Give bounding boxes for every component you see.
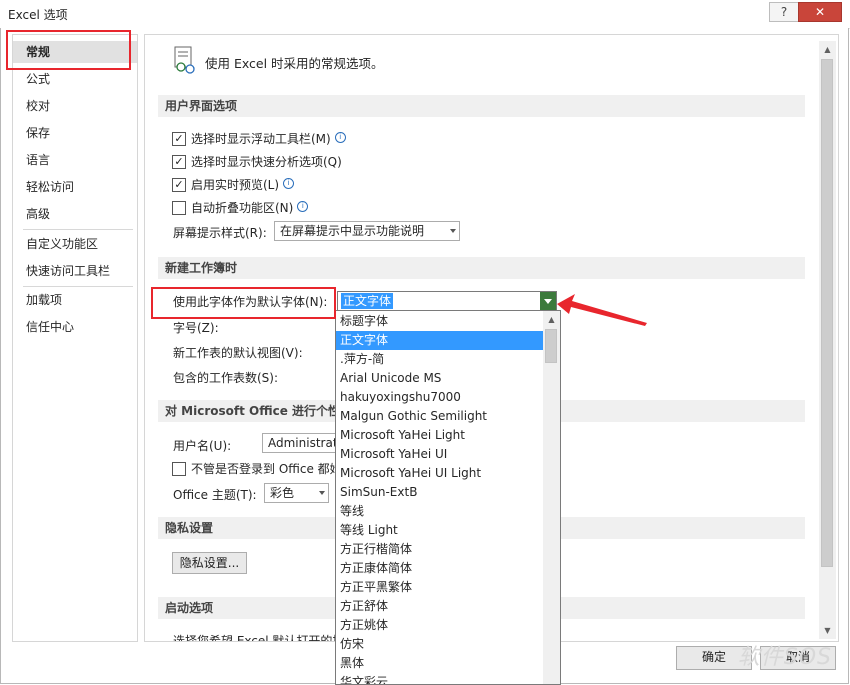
nav-item-advanced[interactable]: 高级 — [13, 203, 137, 225]
sheet-count-label: 包含的工作表数(S): — [173, 371, 279, 385]
info-icon: i — [297, 201, 309, 212]
info-icon: i — [283, 178, 295, 189]
section-header-new-workbook: 新建工作簿时 — [158, 257, 805, 279]
nav-item-save[interactable]: 保存 — [13, 122, 137, 144]
option-quick-analysis[interactable]: ✓ 选择时显示快速分析选项(Q) — [172, 153, 342, 170]
font-list-scrollbar[interactable]: ▲ — [543, 311, 560, 684]
default-font-select[interactable]: 正文字体 — [337, 291, 557, 311]
chevron-down-icon — [450, 229, 456, 233]
font-option[interactable]: Microsoft YaHei Light — [336, 426, 543, 445]
nav-item-customize-ribbon[interactable]: 自定义功能区 — [13, 233, 137, 255]
startup-text: 选择您希望 Excel 默认打开的扩 — [173, 634, 345, 642]
option-mini-toolbar[interactable]: ✓ 选择时显示浮动工具栏(M) i — [172, 130, 346, 147]
nav-item-quick-access-toolbar[interactable]: 快速访问工具栏 — [13, 260, 137, 282]
nav-item-language[interactable]: 语言 — [13, 149, 137, 171]
watermark-logo: 软件SOS — [737, 645, 832, 670]
annotation-highlight-general — [6, 30, 131, 70]
nav-item-trust-center[interactable]: 信任中心 — [13, 316, 137, 338]
info-icon: i — [334, 132, 346, 143]
font-option[interactable]: 方正康体简体 — [336, 559, 543, 578]
scroll-down-icon[interactable]: ▼ — [819, 622, 836, 639]
default-view-label: 新工作表的默认视图(V): — [173, 346, 303, 360]
font-size-label: 字号(Z): — [173, 321, 219, 335]
nav-item-formulas[interactable]: 公式 — [13, 68, 137, 90]
screentip-label: 屏幕提示样式(R): — [173, 226, 267, 240]
username-label: 用户名(U): — [173, 439, 232, 453]
font-option[interactable]: 方正平黑繁体 — [336, 578, 543, 597]
screentip-style-select[interactable]: 在屏幕提示中显示功能说明 — [274, 221, 460, 241]
scroll-thumb[interactable] — [545, 329, 557, 363]
nav-divider — [23, 229, 133, 230]
chevron-down-icon — [319, 491, 325, 495]
nav-item-accessibility[interactable]: 轻松访问 — [13, 176, 137, 198]
privacy-settings-button[interactable]: 隐私设置... — [172, 552, 247, 574]
annotation-highlight-font-label — [151, 287, 336, 319]
section-header-ui: 用户界面选项 — [158, 95, 805, 117]
scroll-up-icon[interactable]: ▲ — [819, 41, 836, 58]
font-option-selected[interactable]: 正文字体 — [336, 331, 543, 350]
font-option[interactable]: 方正舒体 — [336, 597, 543, 616]
default-font-value: 正文字体 — [341, 293, 394, 309]
font-dropdown-list: 标题字体 正文字体 .萍方-简 Arial Unicode MS hakuyox… — [335, 310, 561, 685]
annotation-arrow — [555, 290, 650, 333]
font-option[interactable]: 标题字体 — [336, 312, 543, 331]
nav-item-addins[interactable]: 加载项 — [13, 289, 137, 311]
window-title: Excel 选项 — [8, 8, 68, 22]
help-button[interactable]: ? — [769, 2, 799, 22]
general-options-icon — [172, 45, 198, 75]
checkbox-checked[interactable]: ✓ — [172, 177, 186, 192]
chevron-down-icon — [544, 299, 552, 304]
font-option[interactable]: 方正姚体 — [336, 616, 543, 635]
checkbox-checked[interactable]: ✓ — [172, 154, 186, 169]
font-option[interactable]: Microsoft YaHei UI Light — [336, 464, 543, 483]
option-always-use-values[interactable]: 不管是否登录到 Office 都始 — [172, 460, 342, 477]
checkbox-unchecked[interactable] — [172, 200, 186, 215]
font-option[interactable]: 等线 Light — [336, 521, 543, 540]
font-option[interactable]: SimSun-ExtB — [336, 483, 543, 502]
category-nav: 常规 公式 校对 保存 语言 轻松访问 高级 自定义功能区 快速访问工具栏 加载… — [12, 34, 138, 642]
font-dropdown-button[interactable] — [540, 292, 556, 310]
font-option[interactable]: Microsoft YaHei UI — [336, 445, 543, 464]
font-option[interactable]: 方正行楷简体 — [336, 540, 543, 559]
checkbox-unchecked[interactable] — [172, 461, 186, 476]
intro-text: 使用 Excel 时采用的常规选项。 — [205, 56, 384, 71]
nav-divider — [23, 286, 133, 287]
font-option[interactable]: 等线 — [336, 502, 543, 521]
checkbox-checked[interactable]: ✓ — [172, 131, 186, 146]
option-collapse-ribbon[interactable]: 自动折叠功能区(N) i — [172, 199, 309, 216]
nav-item-proofing[interactable]: 校对 — [13, 95, 137, 117]
option-live-preview[interactable]: ✓ 启用实时预览(L) i — [172, 176, 295, 193]
office-theme-select[interactable]: 彩色 — [264, 483, 329, 503]
close-button[interactable]: ✕ — [798, 2, 842, 22]
font-option[interactable]: Malgun Gothic Semilight — [336, 407, 543, 426]
scroll-thumb[interactable] — [821, 59, 833, 567]
font-option[interactable]: 仿宋 — [336, 635, 543, 654]
title-bar — [0, 0, 850, 29]
font-option[interactable]: 华文彩云 — [336, 673, 543, 684]
username-input[interactable]: Administrato — [262, 433, 342, 453]
office-theme-label: Office 主题(T): — [173, 488, 257, 502]
font-option[interactable]: 黑体 — [336, 654, 543, 673]
font-option[interactable]: Arial Unicode MS — [336, 369, 543, 388]
options-scrollbar[interactable]: ▲ ▼ — [819, 41, 836, 639]
font-option[interactable]: hakuyoxingshu7000 — [336, 388, 543, 407]
font-option[interactable]: .萍方-简 — [336, 350, 543, 369]
